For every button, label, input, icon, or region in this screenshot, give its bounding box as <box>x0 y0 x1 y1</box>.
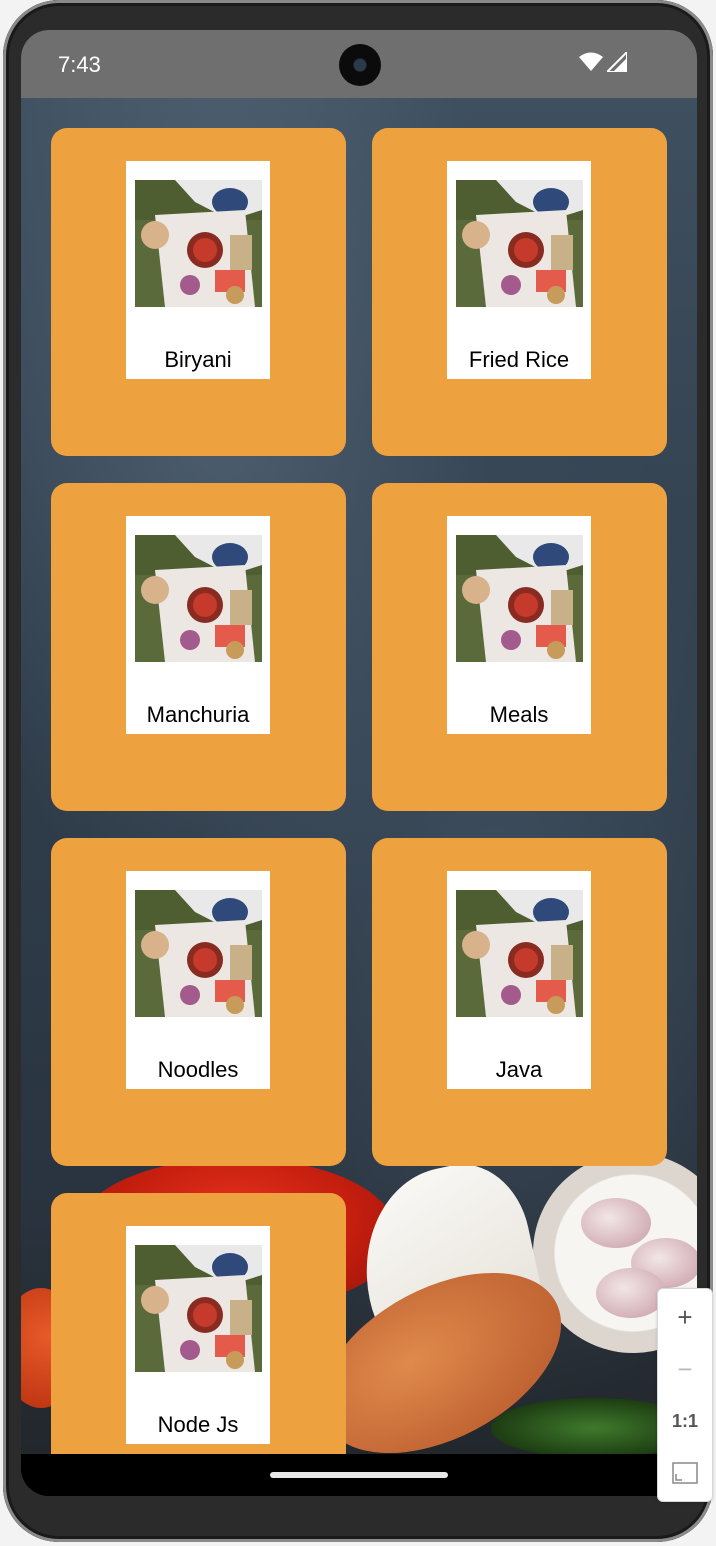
category-label: Manchuria <box>146 702 250 727</box>
fit-screen-icon <box>672 1462 698 1484</box>
navigation-bar <box>21 1454 697 1496</box>
status-time: 7:43 <box>58 52 101 77</box>
food-photo <box>456 535 583 662</box>
card-image-frame: Java <box>447 871 591 1089</box>
food-photo <box>135 535 262 662</box>
phone-screen: 7:43 Biryani Fried Rice Manchuria Meals … <box>21 30 697 1496</box>
actual-size-button[interactable]: 1:1 <box>658 1395 712 1447</box>
garlic-clove <box>596 1268 666 1318</box>
food-photo <box>456 890 583 1017</box>
home-gesture-handle[interactable] <box>270 1472 448 1478</box>
status-icons <box>579 52 627 72</box>
category-label: Meals <box>489 702 549 727</box>
category-label: Fried Rice <box>468 347 570 372</box>
food-photo <box>135 1245 262 1372</box>
wifi-icon <box>579 52 603 71</box>
food-photo <box>135 890 262 1017</box>
camera-cutout <box>339 44 381 86</box>
status-bar: 7:43 <box>21 30 697 98</box>
menu-content: Biryani Fried Rice Manchuria Meals Noodl… <box>21 98 697 1454</box>
emulator-zoom-panel: + − 1:1 <box>657 1288 713 1502</box>
signal-icon <box>607 52 627 72</box>
category-card[interactable]: Manchuria <box>51 483 346 811</box>
card-image-frame: Biryani <box>126 161 270 379</box>
category-card[interactable]: Biryani <box>51 128 346 456</box>
food-photo <box>456 180 583 307</box>
category-card[interactable]: Node Js <box>51 1193 346 1454</box>
card-image-frame: Manchuria <box>126 516 270 734</box>
card-image-frame: Noodles <box>126 871 270 1089</box>
category-label: Biryani <box>164 347 232 372</box>
food-photo <box>135 180 262 307</box>
zoom-out-button[interactable]: − <box>658 1343 712 1395</box>
garlic-clove <box>581 1198 651 1248</box>
category-label: Noodles <box>157 1057 239 1082</box>
category-label: Node Js <box>157 1412 239 1437</box>
category-label: Java <box>495 1057 543 1082</box>
category-card[interactable]: Java <box>372 838 667 1166</box>
device-frame: 7:43 Biryani Fried Rice Manchuria Meals … <box>0 0 716 1546</box>
card-image-frame: Meals <box>447 516 591 734</box>
category-card[interactable]: Meals <box>372 483 667 811</box>
zoom-in-button[interactable]: + <box>658 1291 712 1343</box>
category-card[interactable]: Fried Rice <box>372 128 667 456</box>
card-image-frame: Fried Rice <box>447 161 591 379</box>
fit-screen-button[interactable] <box>658 1447 712 1499</box>
category-card[interactable]: Noodles <box>51 838 346 1166</box>
card-image-frame: Node Js <box>126 1226 270 1444</box>
